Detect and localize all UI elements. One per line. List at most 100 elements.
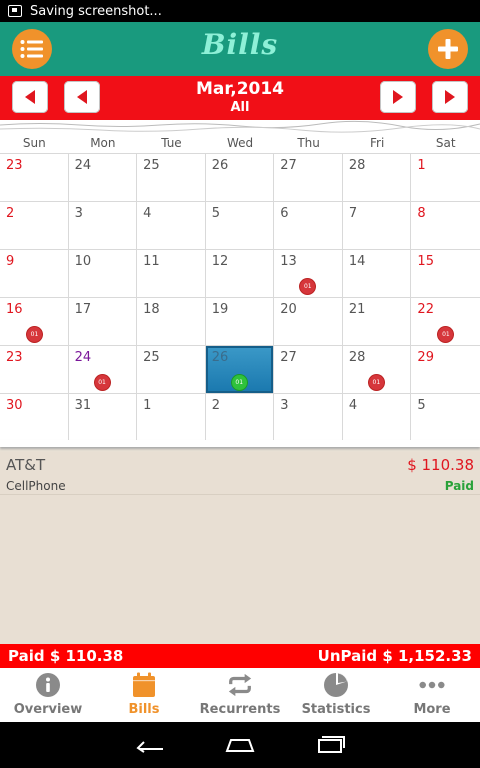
app-bar: Bills [0, 22, 480, 76]
month-navigator: Mar,2014 All [0, 76, 480, 120]
calendar-day-cell[interactable]: 3 [68, 202, 138, 250]
calendar-day-cell[interactable]: 28 [342, 154, 412, 202]
unpaid-total: UnPaid $ 1,152.33 [317, 647, 472, 665]
calendar-day-cell[interactable]: 24 01 [68, 346, 138, 394]
tab-label: More [413, 702, 451, 717]
add-bill-button[interactable] [428, 29, 468, 69]
bill-amount: $ 110.38 [407, 456, 474, 474]
calendar-day-cell[interactable]: 5 [411, 394, 480, 442]
day-number: 11 [143, 254, 160, 269]
calendar-day-cell[interactable]: 23 [0, 346, 69, 394]
next-month-button[interactable] [380, 81, 416, 113]
day-number: 1 [143, 398, 152, 413]
calendar-day-cell[interactable]: 25 [137, 154, 206, 202]
day-number: 1 [417, 158, 426, 173]
day-number: 26 [211, 350, 229, 365]
bill-status: Paid [444, 479, 474, 493]
calendar-day-cell[interactable]: 30 [0, 394, 69, 442]
calendar-day-cell[interactable]: 20 [274, 298, 343, 346]
calendar-day-cell[interactable]: 11 [137, 250, 206, 298]
day-number: 3 [280, 398, 289, 413]
arrow-right-icon [445, 90, 455, 104]
next-year-button[interactable] [432, 81, 468, 113]
day-number: 29 [417, 350, 434, 365]
calendar-day-cell[interactable]: 4 [137, 202, 206, 250]
calendar-day-cell[interactable]: 12 [205, 250, 275, 298]
day-number: 4 [348, 398, 358, 413]
day-number: 28 [348, 350, 366, 365]
calendar-day-cell[interactable]: 23 [0, 154, 69, 202]
calendar-bottom-edge [0, 440, 480, 452]
day-number: 20 [280, 302, 297, 317]
bottom-tab-bar: Overview Bills Recurrents Statistics Mor… [0, 668, 480, 722]
calendar-day-cell[interactable]: 7 [342, 202, 412, 250]
calendar-day-cell[interactable]: 18 [137, 298, 206, 346]
calendar-day-cell[interactable]: 28 01 [342, 346, 412, 394]
day-number: 25 [143, 350, 160, 365]
day-number: 18 [143, 302, 160, 317]
tab-label: Bills [128, 702, 160, 717]
calendar-icon [131, 672, 157, 698]
tab-bills[interactable]: Bills [96, 668, 192, 722]
day-number: 22 [417, 302, 434, 317]
day-number: 2 [6, 206, 15, 221]
day-number: 12 [211, 254, 229, 269]
recent-apps-icon[interactable] [315, 736, 345, 754]
weekday-label: Fri [370, 136, 385, 150]
back-icon[interactable] [135, 737, 165, 753]
calendar-day-cell[interactable]: 14 [342, 250, 412, 298]
day-number: 31 [74, 398, 92, 413]
calendar-day-cell[interactable]: 31 [68, 394, 138, 442]
calendar-day-cell[interactable]: 9 [0, 250, 69, 298]
calendar-day-cell[interactable]: 13 01 [274, 250, 343, 298]
day-number: 16 [6, 302, 23, 317]
day-number: 15 [417, 254, 434, 269]
calendar-day-cell[interactable]: 16 01 [0, 298, 69, 346]
bill-count-badge: 01 [94, 375, 110, 390]
calendar: Sun Mon Tue Wed Thu Fri Sat 23 24 25 26 27 28… [0, 120, 480, 450]
calendar-day-cell[interactable]: 26 01 [205, 346, 275, 394]
calendar-day-cell[interactable]: 26 [205, 154, 275, 202]
tab-more[interactable]: More [384, 668, 480, 722]
calendar-day-cell[interactable]: 25 [137, 346, 206, 394]
calendar-day-cell[interactable]: 6 [274, 202, 343, 250]
calendar-day-cell[interactable]: 1 [411, 154, 480, 202]
tab-overview[interactable]: Overview [0, 668, 96, 722]
tab-statistics[interactable]: Statistics [288, 668, 384, 722]
calendar-day-cell[interactable]: 2 [0, 202, 69, 250]
calendar-day-cell[interactable]: 2 [205, 394, 275, 442]
day-number: 17 [74, 302, 92, 317]
calendar-day-cell[interactable]: 24 [68, 154, 138, 202]
day-number: 4 [143, 206, 152, 221]
day-number: 10 [74, 254, 92, 269]
calendar-day-cell[interactable]: 21 [342, 298, 412, 346]
weekday-label: Wed [226, 136, 254, 150]
calendar-day-cell[interactable]: 10 [68, 250, 138, 298]
bill-row[interactable]: AT&T $ 110.38 CellPhone Paid [0, 452, 480, 495]
day-number: 19 [211, 302, 229, 317]
calendar-day-cell[interactable]: 4 [342, 394, 412, 442]
calendar-day-cell[interactable]: 5 [205, 202, 275, 250]
calendar-day-cell[interactable]: 19 [205, 298, 275, 346]
info-icon [35, 672, 61, 698]
calendar-day-cell[interactable]: 29 [411, 346, 480, 394]
system-nav-bar [0, 722, 480, 768]
screenshot-icon [8, 5, 22, 17]
day-number: 5 [211, 206, 220, 221]
tab-recurrents[interactable]: Recurrents [192, 668, 288, 722]
calendar-day-cell[interactable]: 1 [137, 394, 206, 442]
calendar-day-cell[interactable]: 15 [411, 250, 480, 298]
calendar-day-cell[interactable]: 27 [274, 346, 343, 394]
day-number: 24 [74, 158, 92, 173]
day-number: 3 [74, 206, 83, 221]
calendar-day-cell[interactable]: 8 [411, 202, 480, 250]
day-number: 24 [74, 350, 92, 365]
day-number: 23 [6, 350, 23, 365]
tab-label: Overview [13, 702, 83, 717]
day-number: 6 [280, 206, 289, 221]
home-icon[interactable] [225, 737, 255, 753]
calendar-day-cell[interactable]: 17 [68, 298, 138, 346]
calendar-day-cell[interactable]: 22 01 [411, 298, 480, 346]
calendar-day-cell[interactable]: 3 [274, 394, 343, 442]
calendar-day-cell[interactable]: 27 [274, 154, 343, 202]
